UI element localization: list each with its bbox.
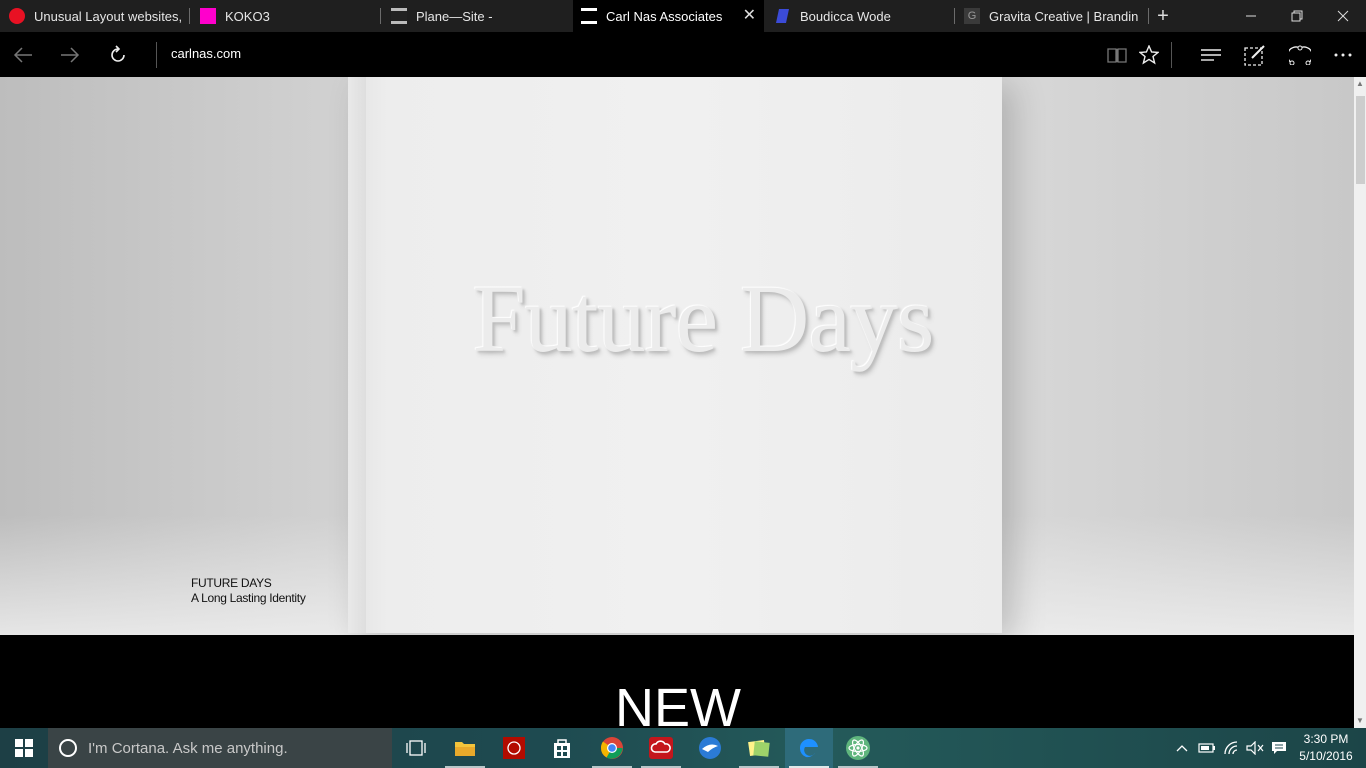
star-icon bbox=[1139, 44, 1159, 65]
tab-title: Gravita Creative | Branding bbox=[989, 8, 1138, 24]
clock-date: 5/10/2016 bbox=[1299, 749, 1353, 763]
atom-icon bbox=[846, 736, 870, 760]
tab-favicon-icon bbox=[9, 8, 25, 24]
store-bag-icon bbox=[554, 739, 570, 758]
tab-boudicca-wode[interactable]: Boudicca Wode bbox=[764, 0, 954, 32]
atom-app[interactable] bbox=[834, 728, 882, 768]
web-note-button[interactable] bbox=[1232, 32, 1278, 77]
share-button[interactable] bbox=[1277, 32, 1323, 77]
book-icon bbox=[1107, 47, 1127, 63]
embossed-title: Future Days bbox=[472, 265, 935, 372]
caption-subtitle: A Long Lasting Identity bbox=[191, 591, 306, 605]
taskbar: I'm Cortana. Ask me anything. 3:30 PM 5/… bbox=[0, 728, 1366, 768]
folder-icon bbox=[455, 742, 475, 756]
restore-button[interactable] bbox=[1274, 0, 1320, 32]
bird-icon bbox=[699, 737, 721, 759]
chevron-up-icon bbox=[1176, 745, 1188, 752]
tab-bar: Unusual Layout websites, KOKO3 Plane—Sit… bbox=[0, 0, 1366, 32]
tab-favicon-icon bbox=[391, 8, 407, 24]
tab-title: Boudicca Wode bbox=[800, 8, 891, 24]
task-view-icon bbox=[406, 740, 426, 756]
refresh-icon bbox=[111, 44, 125, 62]
forward-button[interactable] bbox=[47, 32, 93, 77]
windows-logo-icon bbox=[15, 739, 33, 757]
close-window-button[interactable] bbox=[1320, 0, 1366, 32]
close-icon bbox=[1337, 10, 1349, 22]
minimize-icon bbox=[1246, 15, 1256, 17]
cortana-search-box[interactable]: I'm Cortana. Ask me anything. bbox=[48, 728, 392, 768]
tab-favicon-icon bbox=[775, 8, 791, 24]
battery-icon bbox=[1198, 743, 1215, 753]
battery-button[interactable] bbox=[1196, 728, 1218, 768]
project-caption[interactable]: FUTURE DAYS A Long Lasting Identity bbox=[191, 576, 306, 606]
tab-gravita-creative[interactable]: G Gravita Creative | Branding bbox=[956, 0, 1138, 32]
volume-button[interactable] bbox=[1244, 728, 1266, 768]
show-hidden-icons-button[interactable] bbox=[1172, 728, 1192, 768]
speaker-muted-icon bbox=[1246, 741, 1264, 755]
tab-favicon-icon: G bbox=[964, 8, 980, 24]
tab-title: Carl Nas Associates bbox=[606, 8, 723, 24]
scroll-down-icon[interactable]: ▼ bbox=[1354, 714, 1366, 728]
start-button[interactable] bbox=[0, 728, 48, 768]
more-button[interactable] bbox=[1320, 32, 1366, 77]
sticky-notes-app[interactable] bbox=[735, 728, 783, 768]
tab-favicon-icon bbox=[200, 8, 216, 24]
address-bar[interactable]: carlnas.com bbox=[171, 46, 241, 61]
creative-cloud-app[interactable] bbox=[637, 728, 685, 768]
new-heading-text: NEW bbox=[615, 678, 741, 728]
hub-icon bbox=[1201, 48, 1221, 61]
close-tab-icon[interactable]: ✕ bbox=[743, 7, 756, 25]
edge-icon bbox=[799, 738, 818, 758]
tab-carl-nas-associates[interactable]: Carl Nas Associates ✕ bbox=[573, 0, 764, 32]
minimize-button[interactable] bbox=[1228, 0, 1274, 32]
web-page-content: Future Days FUTURE DAYS A Long Lasting I… bbox=[0, 77, 1354, 728]
edge-app[interactable] bbox=[785, 728, 833, 768]
task-view-button[interactable] bbox=[392, 728, 440, 768]
caption-title: FUTURE DAYS bbox=[191, 576, 272, 590]
clock-time: 3:30 PM bbox=[1303, 732, 1349, 746]
acrobat-icon bbox=[503, 737, 525, 759]
tab-plane-site[interactable]: Plane—Site - bbox=[382, 0, 572, 32]
hero-image[interactable]: Future Days FUTURE DAYS A Long Lasting I… bbox=[0, 77, 1354, 635]
share-icon bbox=[1289, 45, 1311, 65]
back-arrow-icon bbox=[13, 46, 32, 63]
chrome-app[interactable] bbox=[588, 728, 636, 768]
hub-button[interactable] bbox=[1188, 32, 1234, 77]
new-tab-button[interactable]: + bbox=[1150, 0, 1176, 32]
back-button[interactable] bbox=[0, 32, 46, 77]
dreamweaver-app[interactable] bbox=[686, 728, 734, 768]
chrome-icon bbox=[600, 737, 623, 759]
cortana-icon bbox=[59, 739, 77, 757]
navigation-bar: carlnas.com bbox=[0, 32, 1366, 77]
creative-cloud-icon bbox=[649, 737, 673, 759]
more-dots-icon bbox=[1334, 53, 1352, 56]
network-button[interactable] bbox=[1221, 728, 1243, 768]
cortana-placeholder: I'm Cortana. Ask me anything. bbox=[88, 739, 288, 757]
tab-title: Plane—Site - bbox=[416, 8, 493, 24]
file-explorer-app[interactable] bbox=[441, 728, 489, 768]
notes-icon bbox=[748, 739, 770, 757]
scrollbar-thumb[interactable] bbox=[1356, 96, 1365, 184]
action-center-button[interactable] bbox=[1268, 728, 1290, 768]
tab-unusual-layout[interactable]: Unusual Layout websites, bbox=[0, 0, 190, 32]
notification-icon bbox=[1272, 742, 1286, 754]
favorite-button[interactable] bbox=[1126, 32, 1172, 77]
refresh-button[interactable] bbox=[95, 32, 141, 77]
restore-icon bbox=[1291, 10, 1303, 22]
acrobat-app[interactable] bbox=[490, 728, 538, 768]
tab-title: KOKO3 bbox=[225, 8, 270, 24]
tab-favicon-icon bbox=[581, 8, 597, 24]
tab-title: Unusual Layout websites, bbox=[34, 8, 183, 24]
web-note-icon bbox=[1244, 44, 1265, 66]
store-app[interactable] bbox=[538, 728, 586, 768]
forward-arrow-icon bbox=[61, 46, 80, 63]
system-clock[interactable]: 3:30 PM 5/10/2016 bbox=[1294, 731, 1358, 765]
scroll-up-icon[interactable]: ▲ bbox=[1354, 77, 1366, 91]
wifi-icon bbox=[1224, 741, 1238, 755]
tab-koko3[interactable]: KOKO3 bbox=[191, 0, 380, 32]
